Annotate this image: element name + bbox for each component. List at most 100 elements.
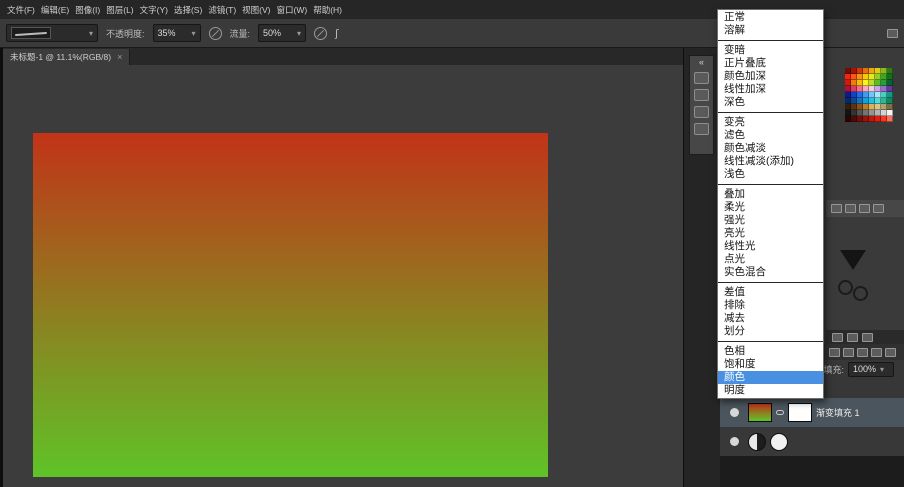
- menu-separator: [718, 282, 823, 283]
- menu-item[interactable]: 窗口(W): [274, 2, 311, 18]
- link-icon: [776, 410, 784, 415]
- chevron-down-icon: ▾: [297, 29, 301, 38]
- panel-menu-icon[interactable]: [873, 204, 884, 213]
- menu-item[interactable]: 图层(L): [103, 2, 136, 18]
- fill-label: 填充:: [823, 363, 844, 376]
- layers-panel-footer: [720, 456, 904, 487]
- fill-value: 100%: [853, 364, 876, 374]
- expand-panels-icon[interactable]: «: [699, 58, 704, 67]
- airbrush-icon[interactable]: [209, 27, 222, 40]
- swatch-grid: [845, 68, 893, 122]
- adjustment-layer-icon[interactable]: [748, 433, 766, 451]
- blend-mode-option[interactable]: 排除: [718, 299, 823, 312]
- chevron-down-icon: ▾: [89, 29, 93, 38]
- close-icon[interactable]: ×: [117, 52, 122, 62]
- blend-mode-option[interactable]: 差值: [718, 286, 823, 299]
- panel-footer-icon[interactable]: [862, 333, 873, 342]
- panel-footer-bar: [826, 330, 904, 344]
- blend-mode-option[interactable]: 溶解: [718, 24, 823, 37]
- blend-mode-option[interactable]: 正常: [718, 11, 823, 24]
- blend-mode-option[interactable]: 变亮: [718, 116, 823, 129]
- menu-item[interactable]: 滤镜(T): [205, 2, 239, 18]
- menu-item[interactable]: 帮助(H): [310, 2, 345, 18]
- opacity-value: 35%: [158, 28, 176, 38]
- visibility-eye-icon[interactable]: [730, 408, 739, 417]
- opacity-combo[interactable]: 35% ▾: [153, 24, 201, 42]
- menu-item[interactable]: 图像(I): [72, 2, 103, 18]
- flow-combo[interactable]: 50% ▾: [258, 24, 306, 42]
- layer-row-gradient-fill[interactable]: 渐变填充 1: [720, 398, 904, 427]
- brush-preset-icon: [11, 27, 51, 39]
- blend-mode-option[interactable]: 亮光: [718, 227, 823, 240]
- panel-tab-icon[interactable]: [859, 204, 870, 213]
- blend-mode-option[interactable]: 正片叠底: [718, 57, 823, 70]
- layer-mask-thumbnail[interactable]: [770, 433, 788, 451]
- blend-mode-option[interactable]: 减去: [718, 312, 823, 325]
- tool-preset-picker[interactable]: ▾: [6, 24, 98, 42]
- airbrush-flow-icon[interactable]: [314, 27, 327, 40]
- blend-mode-option[interactable]: 强光: [718, 214, 823, 227]
- layer-row-adjustment[interactable]: [720, 427, 904, 456]
- document-canvas[interactable]: [33, 133, 548, 477]
- fill-combo[interactable]: 100% ▾: [848, 362, 894, 377]
- blend-mode-option[interactable]: 叠加: [718, 188, 823, 201]
- blend-mode-menu: 正常溶解变暗正片叠底颜色加深线性加深深色变亮滤色颜色减淡线性减淡(添加)浅色叠加…: [717, 9, 824, 399]
- photoshop-window: 文件(F)编辑(E)图像(I)图层(L)文字(Y)选择(S)滤镜(T)视图(V)…: [0, 0, 904, 487]
- menu-item[interactable]: 选择(S): [171, 2, 205, 18]
- adjustments-panel: [826, 217, 904, 330]
- color-swatch[interactable]: [887, 116, 893, 122]
- blend-mode-option[interactable]: 颜色加深: [718, 70, 823, 83]
- panel-icon[interactable]: [694, 123, 709, 135]
- blend-mode-option[interactable]: 线性光: [718, 240, 823, 253]
- panel-footer-icon[interactable]: [832, 333, 843, 342]
- panel-icon[interactable]: [694, 89, 709, 101]
- filter-type-icon[interactable]: [829, 348, 840, 357]
- blend-mode-option[interactable]: 色相: [718, 345, 823, 358]
- blend-mode-option[interactable]: 饱和度: [718, 358, 823, 371]
- layer-name: 渐变填充 1: [816, 406, 860, 419]
- panel-footer-icon[interactable]: [847, 333, 858, 342]
- menu-separator: [718, 40, 823, 41]
- pen-pressure-icon[interactable]: ʃ: [335, 27, 339, 40]
- flow-value: 50%: [263, 28, 281, 38]
- panel-tab-icon[interactable]: [845, 204, 856, 213]
- collapsed-panel-dock: «: [689, 55, 714, 155]
- blend-mode-option[interactable]: 点光: [718, 253, 823, 266]
- blend-mode-option[interactable]: 浅色: [718, 168, 823, 181]
- circle-shape-icon[interactable]: [853, 286, 868, 301]
- blend-mode-option[interactable]: 线性加深: [718, 83, 823, 96]
- panel-toggle-icon[interactable]: [887, 29, 898, 38]
- blend-mode-option[interactable]: 划分: [718, 325, 823, 338]
- layer-mask-thumbnail[interactable]: [788, 403, 812, 422]
- menu-item[interactable]: 文字(Y): [137, 2, 171, 18]
- blend-mode-option[interactable]: 实色混合: [718, 266, 823, 279]
- blend-mode-option[interactable]: 线性减淡(添加): [718, 155, 823, 168]
- blend-mode-option[interactable]: 颜色: [718, 371, 823, 384]
- swatch-row: [845, 116, 893, 122]
- menu-separator: [718, 341, 823, 342]
- blend-mode-option[interactable]: 滤色: [718, 129, 823, 142]
- filter-type-icon[interactable]: [843, 348, 854, 357]
- blend-mode-option[interactable]: 深色: [718, 96, 823, 109]
- chevron-down-icon: ▾: [192, 29, 196, 38]
- panel-icon[interactable]: [694, 106, 709, 118]
- menu-item[interactable]: 文件(F): [4, 2, 38, 18]
- filter-type-icon[interactable]: [857, 348, 868, 357]
- triangle-shape-icon[interactable]: [840, 250, 866, 270]
- panel-tab-icon[interactable]: [831, 204, 842, 213]
- blend-mode-option[interactable]: 变暗: [718, 44, 823, 57]
- blend-mode-option[interactable]: 明度: [718, 384, 823, 397]
- filter-type-icon[interactable]: [885, 348, 896, 357]
- filter-type-icon[interactable]: [871, 348, 882, 357]
- flow-label: 流量:: [230, 27, 251, 40]
- blend-mode-option[interactable]: 颜色减淡: [718, 142, 823, 155]
- panel-icon[interactable]: [694, 72, 709, 84]
- blend-mode-option[interactable]: 柔光: [718, 201, 823, 214]
- visibility-eye-icon[interactable]: [730, 437, 739, 446]
- menu-item[interactable]: 编辑(E): [38, 2, 72, 18]
- menu-item[interactable]: 视图(V): [239, 2, 273, 18]
- circle-shape-icon[interactable]: [838, 280, 853, 295]
- chevron-down-icon: ▾: [880, 365, 884, 374]
- document-tab[interactable]: 未标题-1 @ 11.1%(RGB/8) ×: [3, 49, 130, 65]
- gradient-fill-thumbnail[interactable]: [748, 403, 772, 422]
